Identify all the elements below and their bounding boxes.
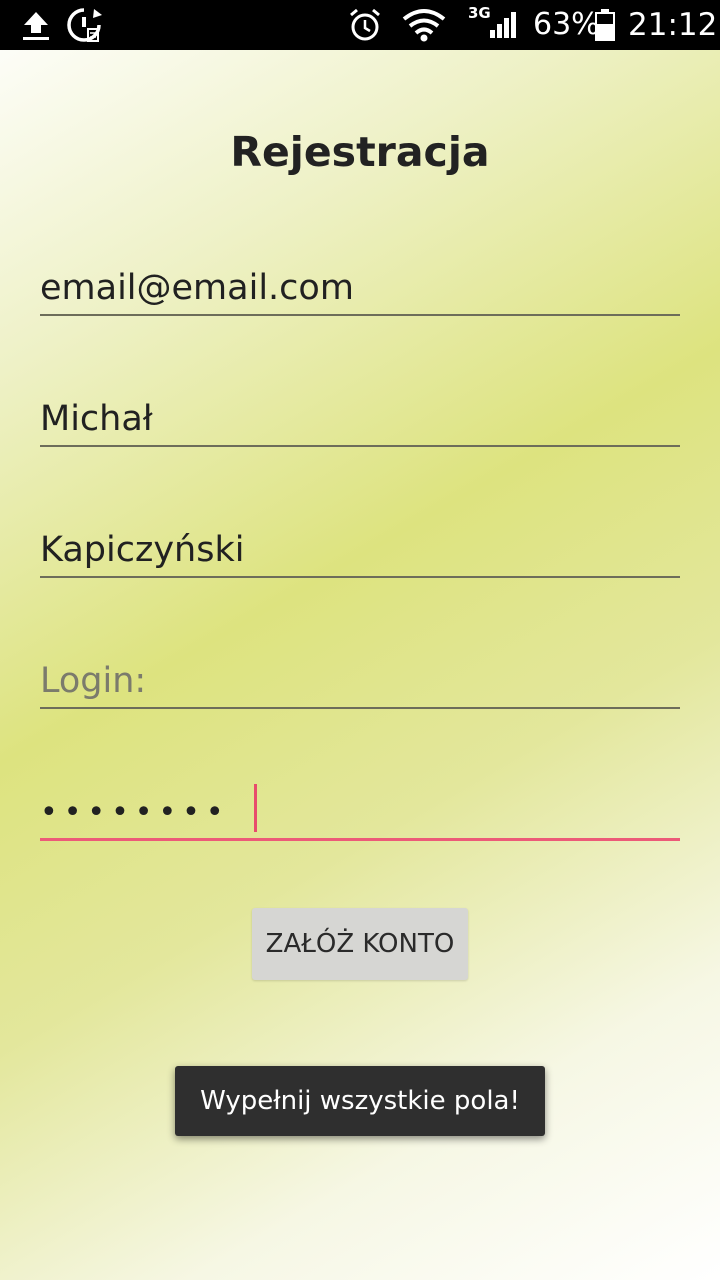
create-account-button[interactable]: ZAŁÓŻ KONTO — [252, 908, 468, 980]
toast-message: Wypełnij wszystkie pola! — [175, 1066, 545, 1136]
first-name-field-value: Michał — [40, 399, 153, 439]
data-saver-icon — [64, 0, 104, 50]
text-cursor — [254, 784, 257, 832]
first-name-field[interactable]: Michał — [40, 383, 680, 447]
clock: 21:12 — [628, 7, 718, 43]
upload-icon — [18, 0, 54, 50]
password-field[interactable]: •••••••• — [40, 777, 680, 841]
battery-percent: 63% — [533, 7, 600, 42]
wifi-icon — [402, 0, 446, 50]
signal-icon — [488, 0, 518, 50]
password-field-value: •••••••• — [40, 795, 230, 830]
email-field-value: email@email.com — [40, 268, 354, 308]
email-field[interactable]: email@email.com — [40, 252, 680, 316]
last-name-field[interactable]: Kapiczyński — [40, 514, 680, 578]
last-name-field-value: Kapiczyński — [40, 530, 245, 570]
login-field-placeholder: Login: — [40, 661, 147, 701]
alarm-icon — [346, 0, 384, 50]
battery-icon — [594, 0, 616, 50]
page-title: Rejestracja — [230, 128, 490, 176]
status-bar: 3G 63% 21:12 — [0, 0, 720, 50]
login-field[interactable]: Login: — [40, 645, 680, 709]
